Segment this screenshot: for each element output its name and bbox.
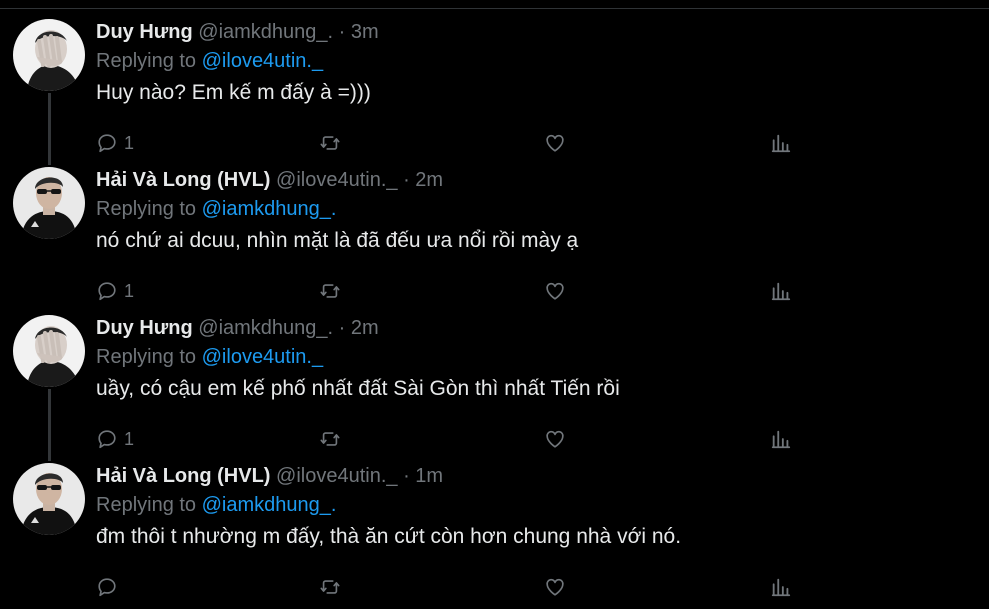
replying-to: Replying to @iamkdhung_. [96, 491, 336, 519]
replying-to: Replying to @ilove4utin._ [96, 343, 323, 371]
tweet[interactable]: Hải Và Long (HVL) @ilove4utin._ · 1m Rep… [0, 461, 989, 609]
top-divider [0, 8, 989, 9]
like-button[interactable] [544, 573, 566, 601]
reply-icon [98, 134, 116, 153]
tweet-header: Duy Hưng @iamkdhung_. · 3m [96, 17, 379, 47]
tweet-header: Duy Hưng @iamkdhung_. · 2m [96, 313, 379, 343]
avatar-man-sunglasses-icon [13, 167, 85, 239]
replying-to-label: Replying to [96, 198, 202, 220]
author-handle[interactable]: @ilove4utin._ [276, 169, 397, 191]
thread-line [48, 93, 51, 165]
heart-icon [546, 282, 564, 300]
replying-to: Replying to @ilove4utin._ [96, 47, 323, 75]
heart-icon [546, 134, 564, 152]
author-name[interactable]: Hải Và Long (HVL) [96, 465, 270, 487]
tweet-text: Huy nào? Em kế m đấy à =))) [96, 81, 371, 104]
like-button[interactable] [544, 277, 566, 305]
tweet-actions: 1 [96, 129, 796, 157]
tweet-header: Hải Và Long (HVL) @ilove4utin._ · 1m [96, 461, 443, 491]
reply-button[interactable]: 1 [96, 129, 134, 157]
analytics-icon [771, 430, 791, 449]
retweet-button[interactable] [319, 425, 341, 453]
replying-to-label: Replying to [96, 346, 202, 368]
reply-icon [98, 578, 116, 597]
retweet-button[interactable] [319, 129, 341, 157]
avatar-hand-over-face-icon [13, 19, 85, 91]
reply-button[interactable]: 1 [96, 277, 134, 305]
heart-icon [546, 430, 564, 448]
tweet[interactable]: Hải Và Long (HVL) @ilove4utin._ · 2m Rep… [0, 165, 989, 313]
replying-to-handle[interactable]: @iamkdhung_. [202, 198, 337, 220]
reply-button[interactable] [96, 573, 124, 601]
analytics-icon [771, 578, 791, 597]
retweet-button[interactable] [319, 573, 341, 601]
reply-icon [98, 430, 116, 449]
timestamp[interactable]: 3m [351, 21, 379, 43]
retweet-icon [320, 432, 340, 446]
tweet-text: đm thôi t nhường m đấy, thà ăn cứt còn h… [96, 525, 682, 548]
replying-to: Replying to @iamkdhung_. [96, 195, 336, 223]
analytics-button[interactable] [770, 129, 792, 157]
retweet-icon [320, 580, 340, 594]
reply-count: 1 [124, 280, 135, 301]
thread-line [48, 389, 51, 461]
reply-icon [98, 282, 116, 301]
retweet-button[interactable] [319, 277, 341, 305]
author-name[interactable]: Duy Hưng [96, 317, 193, 339]
avatar[interactable] [13, 19, 85, 91]
reply-count: 1 [124, 428, 135, 449]
separator-dot: · [403, 169, 410, 191]
author-handle[interactable]: @iamkdhung_. [198, 317, 333, 339]
avatar[interactable] [13, 463, 85, 535]
replying-to-label: Replying to [96, 494, 202, 516]
tweet[interactable]: Duy Hưng @iamkdhung_. · 2m Replying to @… [0, 313, 989, 461]
tweet-text: uầy, có cậu em kế phố nhất đất Sài Gòn t… [96, 377, 620, 400]
like-button[interactable] [544, 129, 566, 157]
tweet-actions: 1 [96, 277, 796, 305]
separator-dot: · [338, 317, 346, 339]
tweet-actions: 1 [96, 425, 796, 453]
separator-dot: · [338, 21, 346, 43]
tweet-text: nó chứ ai dcuu, nhìn mặt là đã đếu ưa nổ… [96, 229, 579, 252]
reply-button[interactable]: 1 [96, 425, 134, 453]
replying-to-label: Replying to [96, 50, 202, 72]
retweet-icon [320, 136, 340, 150]
like-button[interactable] [544, 425, 566, 453]
author-handle[interactable]: @iamkdhung_. [198, 21, 333, 43]
avatar-hand-over-face-icon [13, 315, 85, 387]
analytics-button[interactable] [770, 425, 792, 453]
replying-to-handle[interactable]: @iamkdhung_. [202, 494, 337, 516]
timestamp[interactable]: 2m [351, 317, 379, 339]
tweet-header: Hải Và Long (HVL) @ilove4utin._ · 2m [96, 165, 443, 195]
heart-icon [546, 578, 564, 596]
analytics-button[interactable] [770, 573, 792, 601]
author-name[interactable]: Duy Hưng [96, 21, 193, 43]
timestamp[interactable]: 2m [415, 169, 443, 191]
separator-dot: · [403, 465, 410, 487]
author-handle[interactable]: @ilove4utin._ [276, 465, 397, 487]
replying-to-handle[interactable]: @ilove4utin._ [202, 50, 323, 72]
analytics-icon [771, 134, 791, 153]
analytics-button[interactable] [770, 277, 792, 305]
replying-to-handle[interactable]: @ilove4utin._ [202, 346, 323, 368]
avatar-man-sunglasses-icon [13, 463, 85, 535]
reply-count: 1 [124, 132, 135, 153]
avatar[interactable] [13, 315, 85, 387]
tweet-actions [96, 573, 796, 601]
analytics-icon [771, 282, 791, 301]
avatar[interactable] [13, 167, 85, 239]
retweet-icon [320, 284, 340, 298]
tweet[interactable]: Duy Hưng @iamkdhung_. · 3m Replying to @… [0, 17, 989, 165]
author-name[interactable]: Hải Và Long (HVL) [96, 169, 270, 191]
timestamp[interactable]: 1m [415, 465, 443, 487]
